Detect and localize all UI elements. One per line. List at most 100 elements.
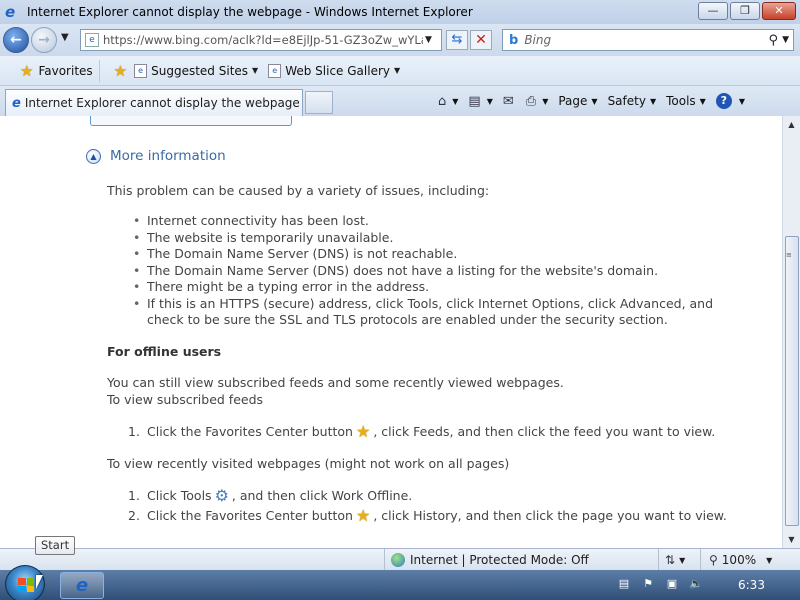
chevron-down-icon: ▼	[393, 66, 401, 75]
zoom-control[interactable]: ⚲ 100% ▼	[700, 549, 782, 571]
fav-item-web-slice-gallery[interactable]: e Web Slice Gallery ▼	[268, 63, 401, 78]
tab-label: Internet Explorer cannot display the web…	[24, 96, 300, 110]
search-input[interactable]: Bing	[524, 33, 768, 47]
search-options-icon[interactable]: ▼	[782, 35, 789, 45]
fav-item-label: Web Slice Gallery	[285, 63, 390, 78]
offline-heading: For offline users	[107, 344, 222, 359]
zoom-level: 100%	[721, 553, 757, 567]
fav-item-label: Suggested Sites	[151, 63, 249, 78]
status-icons[interactable]: ⇅ ▼	[658, 549, 700, 571]
close-button[interactable]: ✕	[762, 2, 796, 20]
print-button[interactable]: ⎙ ▼	[526, 94, 549, 109]
list-item: If this is an HTTPS (secure) address, cl…	[133, 296, 753, 329]
list-item: Internet connectivity has been lost.	[133, 213, 753, 230]
feeds-step: 1. Click the Favorites Center button ★ ,…	[128, 422, 715, 441]
ie-page-icon: e	[12, 95, 21, 111]
causes-list: Internet connectivity has been lost. The…	[133, 213, 753, 329]
window-controls: — ❐ ✕	[696, 2, 796, 20]
safety-menu[interactable]: Safety ▼	[608, 94, 657, 108]
more-information-label: More information	[110, 148, 226, 164]
maximize-button[interactable]: ❐	[730, 2, 760, 20]
diagnose-button-partial[interactable]	[90, 116, 292, 126]
list-item: The website is temporarily unavailable.	[133, 230, 753, 247]
security-zone[interactable]: Internet | Protected Mode: Off	[384, 549, 658, 571]
step-number: 2.	[128, 508, 140, 523]
favorites-button[interactable]: ★ Favorites	[14, 59, 100, 82]
bing-logo-icon: b	[509, 32, 519, 48]
collapse-arrow-icon: ▲	[86, 148, 101, 164]
address-input[interactable]: https://www.bing.com/aclk?ld=e8EjlJp-51-…	[103, 33, 423, 47]
scroll-down-arrow-icon[interactable]: ▼	[783, 531, 800, 548]
help-icon: ?	[715, 93, 732, 109]
stop-button[interactable]: ✕	[470, 30, 492, 50]
back-button[interactable]: ←	[3, 27, 29, 53]
fav-item-suggested-sites[interactable]: e Suggested Sites ▼	[134, 63, 258, 78]
notes-icon[interactable]: ▤	[616, 576, 632, 592]
favorites-star-icon: ★	[20, 61, 34, 80]
tab-command-bar: e Internet Explorer cannot display the w…	[0, 86, 800, 116]
add-to-favorites-bar-icon[interactable]: ★	[114, 62, 127, 80]
navigation-bar: ← → ▼ e https://www.bing.com/aclk?ld=e8E…	[0, 24, 800, 56]
windows-logo-icon	[18, 578, 34, 592]
tools-gear-icon: ⚙	[214, 486, 229, 505]
new-tab-button[interactable]	[305, 91, 333, 114]
volume-muted-icon[interactable]: 🔈	[688, 576, 704, 592]
clock[interactable]: 6:33	[738, 578, 765, 592]
address-bar[interactable]: e https://www.bing.com/aclk?ld=e8EjlJp-5…	[80, 29, 442, 51]
favorites-center-star-icon: ★	[355, 422, 371, 441]
scroll-grip-icon: ≡	[786, 251, 792, 259]
step-text: Click Tools	[147, 488, 212, 503]
favorites-label: Favorites	[38, 63, 93, 78]
forward-button[interactable]: →	[31, 27, 57, 53]
feeds-button[interactable]: ▤ ▼	[468, 94, 492, 109]
recent-pages-text: To view recently visited webpages (might…	[107, 456, 510, 471]
list-item: The Domain Name Server (DNS) is not reac…	[133, 246, 753, 263]
chevron-down-icon: ▼	[486, 96, 493, 106]
minimize-button[interactable]: —	[698, 2, 728, 20]
refresh-button[interactable]: ⇆	[446, 30, 468, 50]
read-mail-button[interactable]: ✉	[503, 94, 516, 109]
page-content: ▲ More information This problem can be c…	[0, 116, 782, 548]
chevron-down-icon: ▼	[766, 555, 773, 565]
vertical-scrollbar[interactable]: ▲ ≡ ▼	[782, 116, 800, 548]
zoom-icon: ⚲	[709, 553, 718, 567]
page-menu[interactable]: Page ▼	[558, 94, 597, 108]
page-icon: e	[85, 33, 99, 47]
mouse-cursor-icon	[36, 575, 43, 589]
globe-icon	[391, 553, 405, 567]
page-icon: e	[268, 63, 282, 78]
recent-step-2: 2. Click the Favorites Center button ★ ,…	[128, 506, 727, 525]
network-icon[interactable]: ▣	[664, 576, 680, 592]
help-menu[interactable]: ? ▼	[715, 93, 745, 109]
chevron-down-icon: ▼	[591, 96, 598, 106]
step-text: , click History, and then click the page…	[373, 508, 727, 523]
chevron-down-icon: ▼	[679, 555, 686, 565]
search-icon[interactable]: ⚲	[769, 33, 779, 48]
taskbar: e ▤ ⚑ ▣ 🔈 6:33	[0, 565, 800, 600]
search-box[interactable]: b Bing ⚲ ▼	[502, 29, 794, 51]
tab-active[interactable]: e Internet Explorer cannot display the w…	[5, 89, 303, 116]
address-dropdown-icon[interactable]: ▼	[425, 35, 432, 45]
status-bar: Internet | Protected Mode: Off ⇅ ▼ ⚲ 100…	[0, 548, 800, 571]
tools-menu[interactable]: Tools ▼	[666, 94, 706, 108]
taskbar-ie-button[interactable]: e	[60, 572, 104, 599]
recent-step-1: 1. Click Tools ⚙ , and then click Work O…	[128, 486, 412, 505]
feeds-icon: ▤	[468, 93, 481, 109]
scrollbar-thumb[interactable]	[785, 236, 799, 526]
page-icon: e	[134, 63, 148, 78]
command-bar: ⌂ ▼ ▤ ▼ ✉ ⎙ ▼ Page ▼ Safety ▼ Tools ▼ ? ▼	[438, 91, 755, 111]
chevron-down-icon: ▼	[542, 96, 549, 106]
more-information-toggle[interactable]: ▲ More information	[86, 148, 226, 164]
home-button[interactable]: ⌂ ▼	[438, 94, 458, 109]
security-zone-label: Internet | Protected Mode: Off	[410, 553, 589, 567]
action-center-icon[interactable]: ⚑	[640, 576, 656, 592]
step-text: Click the Favorites Center button	[147, 508, 353, 523]
mail-icon: ✉	[502, 93, 514, 109]
scroll-up-arrow-icon[interactable]: ▲	[783, 116, 800, 133]
ie-logo-icon: e	[5, 3, 16, 21]
safety-menu-label: Safety	[607, 94, 646, 108]
protected-mode-icon: ⇅	[665, 553, 676, 567]
printer-icon: ⎙	[525, 93, 537, 109]
recent-pages-dropdown[interactable]: ▼	[61, 32, 69, 43]
list-item: There might be a typing error in the add…	[133, 279, 753, 296]
